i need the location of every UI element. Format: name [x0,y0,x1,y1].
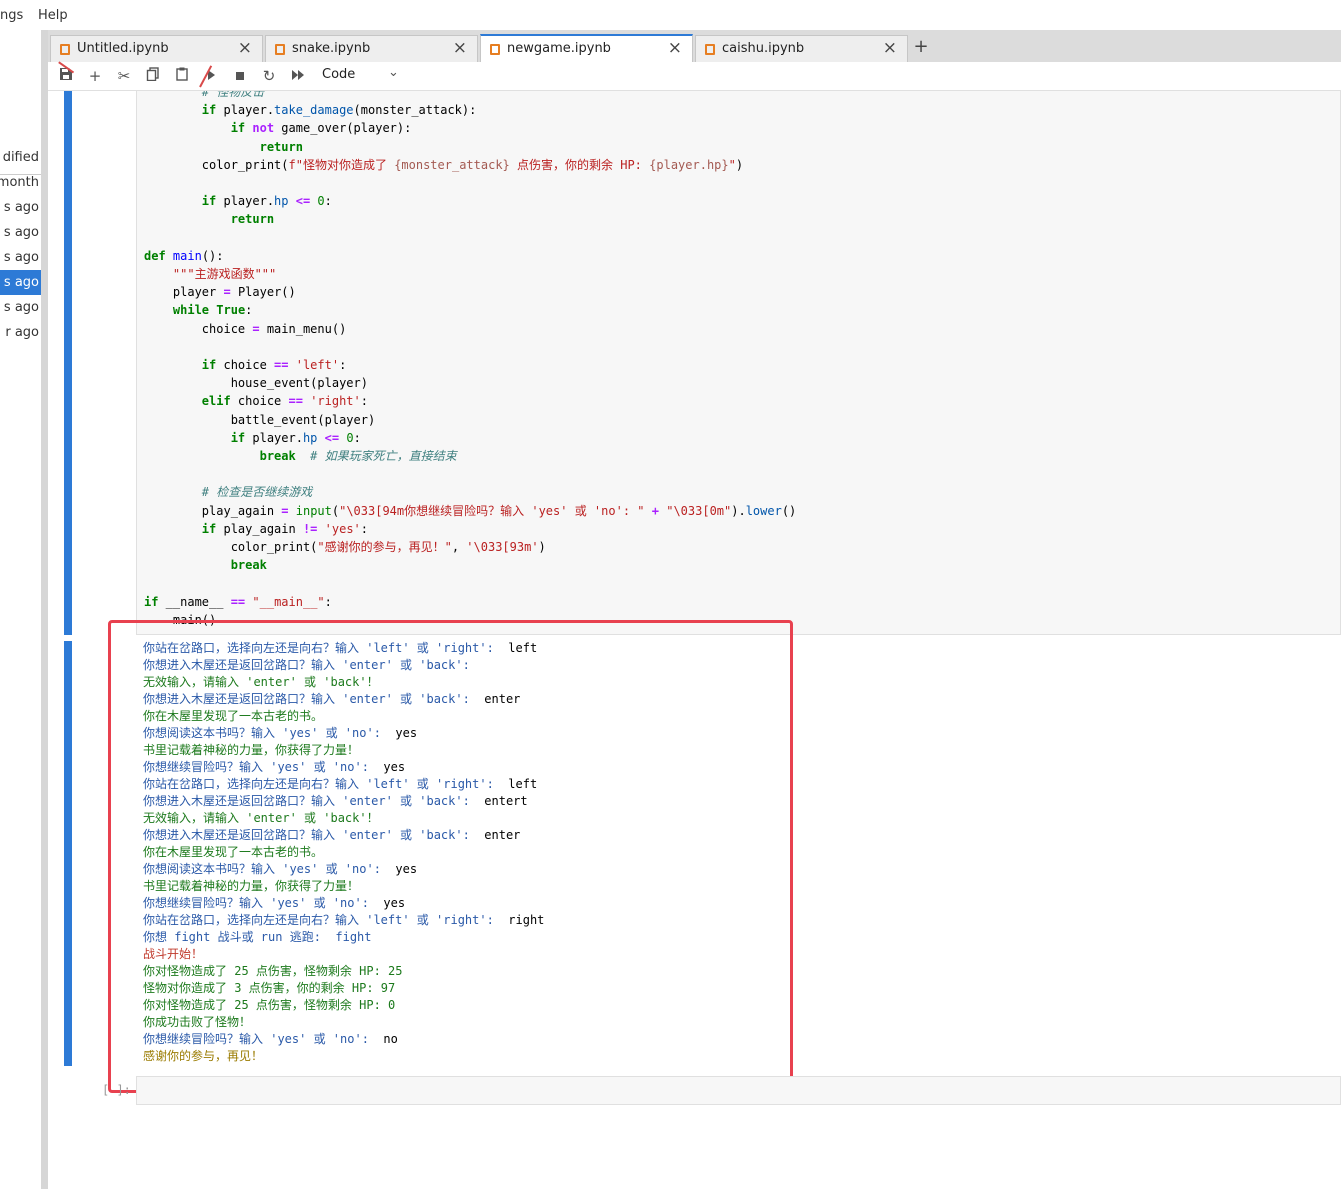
menu-help[interactable]: Help [38,8,68,23]
code-line: return [259,139,303,154]
cell-type-select[interactable]: Code [322,67,355,82]
add-cell-icon[interactable]: + [84,66,106,86]
code-line: def main(): [144,248,224,263]
tab-label: snake.ipynb [292,41,371,56]
file-modified-label: s ago [3,250,39,265]
add-tab-button[interactable]: + [908,34,934,60]
close-icon[interactable]: × [668,38,682,58]
file-list-item[interactable]: s ago [0,295,41,320]
code-line: if play_again != 'yes': [201,521,368,536]
file-list-item[interactable]: month [0,170,41,195]
notebook-icon [275,44,285,55]
stop-icon[interactable] [229,66,251,86]
code-line: color_print(f"怪物对你造成了 {monster_attack} 点… [144,157,744,172]
file-modified-label: r ago [5,325,39,340]
cell-prompt: [ ]: [102,1083,131,1097]
code-line: ​ [144,174,796,192]
code-line: return [230,212,275,227]
code-line: break [230,558,267,573]
menu-bar: ngs Help [0,0,1341,31]
file-list-item[interactable]: r ago [0,320,41,345]
code-cell-editor[interactable]: # 怪物反击 if player.take_damage(monster_att… [136,91,1341,635]
close-icon[interactable]: × [453,38,467,58]
tab-snake-ipynb[interactable]: snake.ipynb × [265,35,478,62]
code-line: """主游戏函数""" [172,267,277,282]
empty-code-cell[interactable] [136,1076,1341,1105]
code-line: ​ [144,465,796,483]
tab-caishu-ipynb[interactable]: caishu.ipynb × [695,35,908,62]
code-line: if player.hp <= 0: [201,194,332,209]
tab-newgame-ipynb[interactable]: newgame.ipynb × [480,34,693,62]
file-list-item[interactable]: s ago [0,220,41,245]
code-line: battle_event(player) [144,412,376,427]
file-list-item[interactable]: s ago [0,245,41,270]
file-modified-label: s ago [3,300,39,315]
restart-icon[interactable]: ↻ [258,66,280,86]
notebook-toolbar: + ✂ ↻ Code ⌄ [48,62,1341,91]
code-line: if choice == 'left': [201,358,347,373]
code-line: if __name__ == "__main__": [144,594,332,609]
code-line: elif choice == 'right': [201,394,368,409]
tab-untitled-ipynb[interactable]: Untitled.ipynb × [50,35,263,62]
file-modified-label: s ago [3,225,39,240]
cut-icon[interactable]: ✂ [113,66,135,86]
chevron-down-icon[interactable]: ⌄ [388,65,399,80]
tab-label: Untitled.ipynb [77,41,169,56]
close-icon[interactable]: × [883,38,897,58]
tab-label: newgame.ipynb [507,41,611,56]
file-list-item[interactable]: s ago [0,270,41,295]
code-line: ​ [144,229,796,247]
file-list-item[interactable]: s ago [0,195,41,220]
file-modified-label: s ago [3,200,39,215]
code-line: if not game_over(player): [230,121,412,136]
notebook-icon [705,44,715,55]
menu-settings[interactable]: ngs [0,8,23,23]
file-modified-label: month [0,175,39,190]
fast-forward-icon[interactable] [287,66,309,86]
output-collapser[interactable] [64,641,72,1066]
panel-splitter[interactable] [41,30,48,1189]
code-line: if player.hp <= 0: [230,430,361,445]
code-line: ​ [144,338,796,356]
file-modified-label: s ago [3,275,39,290]
notebook-icon [490,44,500,55]
notebook-icon [60,44,70,55]
code-line: # 怪物反击 [144,91,265,99]
code-line: player = Player() [144,285,296,300]
code-line: if player.take_damage(monster_attack): [201,103,477,118]
code-line: choice = main_menu() [144,321,347,336]
code-line: ​ [144,574,796,592]
file-browser: dified month s ago s ago s ago s ago s ago r a… [0,30,41,1189]
code-line: # 检查是否继续游戏 [201,485,313,500]
highlight-box [108,620,793,1093]
code-content[interactable]: # 怪物反击 if player.take_damage(monster_att… [144,91,796,629]
tab-label: caishu.ipynb [722,41,805,56]
copy-icon[interactable] [142,66,164,86]
modified-column-header[interactable]: dified [3,150,39,165]
code-cell-collapser[interactable] [64,91,72,635]
code-line: play_again = input("\033[94m你想继续冒险吗？输入 '… [144,503,797,518]
code-line: house_event(player) [144,376,368,391]
code-line: color_print("感谢你的参与，再见！", '\033[93m') [144,540,546,555]
close-icon[interactable]: × [238,38,252,58]
paste-icon[interactable] [171,66,193,86]
code-line: break # 如果玩家死亡，直接结束 [259,449,457,464]
code-line: while True: [172,303,253,318]
